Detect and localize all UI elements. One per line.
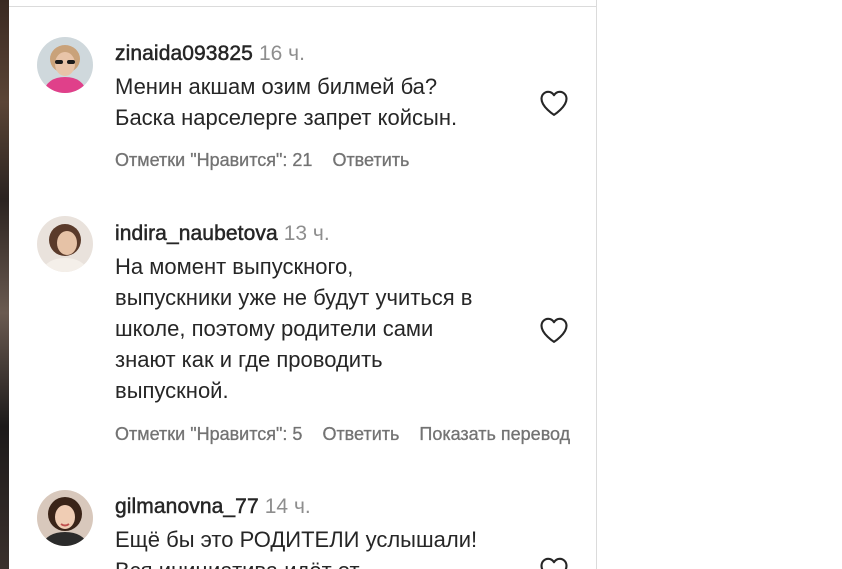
timestamp[interactable]: 13 ч. — [284, 222, 330, 245]
comment-header: gilmanovna_77 14 ч. — [115, 493, 535, 521]
comment-content: indira_naubetova 13 ч. На момент выпускно… — [115, 220, 535, 406]
comment-actions: Отметки "Нравится": 21 Ответить — [115, 148, 429, 172]
comments-panel[interactable]: zinaida093825 16 ч. Менин акшам озим билм… — [9, 0, 596, 569]
avatar[interactable] — [37, 216, 93, 272]
comment-content: zinaida093825 16 ч. Менин акшам озим билм… — [115, 40, 535, 133]
like-heart-icon[interactable] — [539, 556, 569, 569]
top-divider — [9, 6, 596, 7]
username-link[interactable]: zinaida093825 — [115, 42, 253, 66]
show-translation-button[interactable]: Показать перевод — [419, 424, 570, 444]
avatar[interactable] — [37, 490, 93, 546]
likes-count-link[interactable]: Отметки "Нравится": 5 — [115, 424, 303, 444]
comment-header: zinaida093825 16 ч. — [115, 40, 535, 68]
likes-count-link[interactable]: Отметки "Нравится": 21 — [115, 150, 313, 170]
like-heart-icon[interactable] — [539, 89, 569, 117]
username-link[interactable]: gilmanovna_77 — [115, 495, 259, 519]
instagram-comments-view: zinaida093825 16 ч. Менин акшам озим билм… — [0, 0, 842, 569]
username-link[interactable]: indira_naubetova — [115, 222, 278, 246]
reply-button[interactable]: Ответить — [322, 424, 399, 444]
blank-side-area — [597, 0, 842, 569]
reply-button[interactable]: Ответить — [332, 150, 409, 170]
comment-content: gilmanovna_77 14 ч. Ещё бы это РОДИТЕЛИ у… — [115, 493, 535, 569]
avatar[interactable] — [37, 37, 93, 93]
comment-text: Менин акшам озим билмей ба? Баска нарсел… — [115, 74, 458, 130]
timestamp[interactable]: 16 ч. — [259, 42, 305, 65]
comment-text: На момент выпускного, выпускники уже не … — [115, 254, 473, 403]
timestamp[interactable]: 14 ч. — [265, 495, 311, 518]
background-photo-edge — [0, 0, 9, 569]
like-heart-icon[interactable] — [539, 316, 569, 344]
comment-text: Ещё бы это РОДИТЕЛИ услышали! Вся инициа… — [115, 527, 478, 569]
comment-header: indira_naubetova 13 ч. — [115, 220, 535, 248]
comment-actions: Отметки "Нравится": 5 Ответить Показать пе… — [115, 422, 590, 446]
